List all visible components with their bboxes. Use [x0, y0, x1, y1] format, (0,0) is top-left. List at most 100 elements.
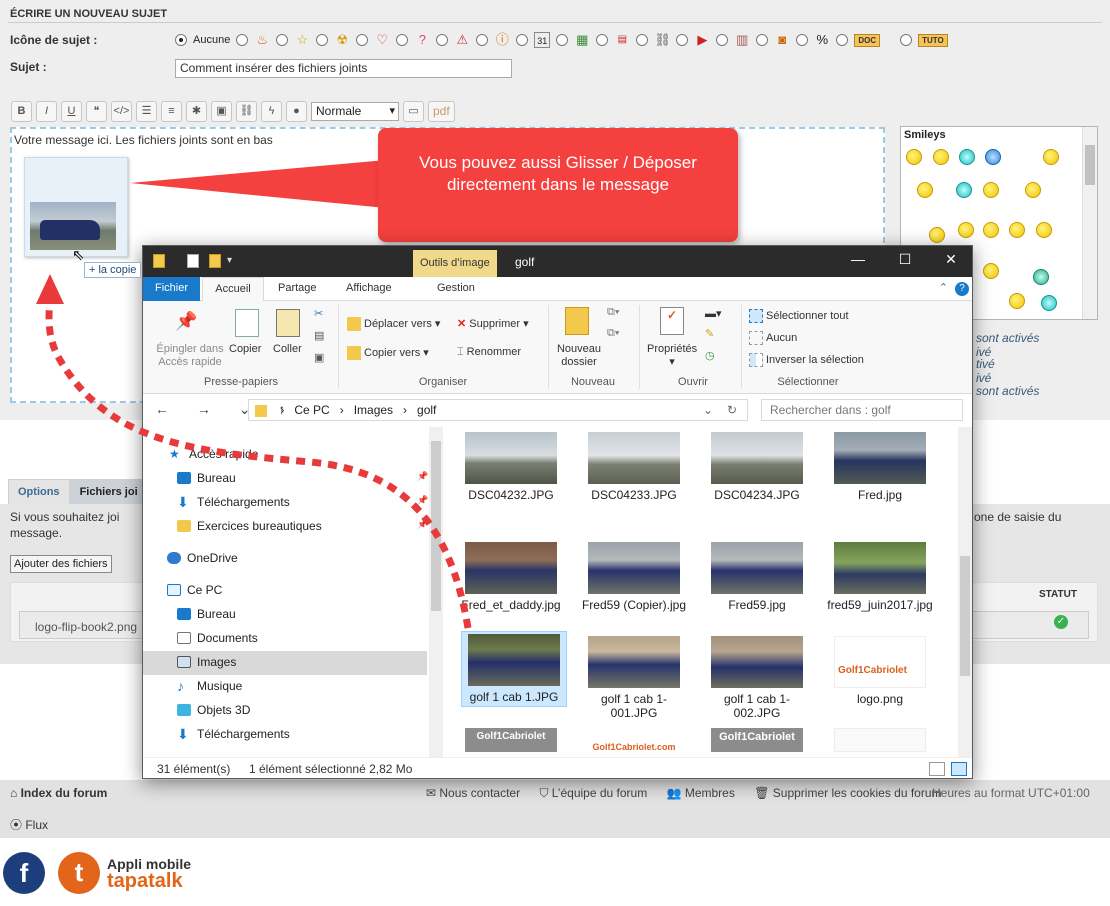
preview-monitor-icon[interactable]: ▭	[403, 101, 424, 122]
file-tile[interactable]: Fred_et_daddy.jpg	[458, 540, 564, 612]
tapatalk-label[interactable]: tapatalk	[107, 870, 183, 893]
tab-attachments[interactable]: Fichiers joi	[69, 479, 148, 504]
smiley-icon[interactable]	[985, 149, 1001, 165]
smiley-icon[interactable]	[1041, 295, 1057, 311]
add-files-button[interactable]: Ajouter des fichiers	[10, 555, 112, 573]
icon-radio-doc[interactable]	[836, 34, 849, 46]
smiley-icon[interactable]	[929, 227, 945, 243]
close-icon[interactable]: ✕	[936, 251, 966, 268]
underline-button[interactable]: U	[61, 101, 82, 122]
file-tile[interactable]	[827, 728, 933, 752]
list-icon[interactable]: ☰	[136, 101, 157, 122]
icon-radio-radioactive[interactable]	[316, 34, 329, 46]
icon-radio-tuto[interactable]	[900, 34, 913, 46]
smiley-icon[interactable]	[1025, 182, 1041, 198]
file-tile[interactable]: golf 1 cab 1-001.JPG	[581, 634, 687, 720]
smiley-icon[interactable]	[906, 149, 922, 165]
icon-radio-star[interactable]	[276, 34, 289, 46]
title-bar[interactable]: ▾ Outils d’image golf — ☐ ✕	[143, 246, 972, 277]
file-tile[interactable]: Fred.jpg	[827, 430, 933, 502]
file-tile[interactable]: Fred59 (Copier).jpg	[581, 540, 687, 612]
history-icon[interactable]: ◷	[705, 349, 715, 362]
easy-access-icon[interactable]: ⧉▾	[607, 327, 619, 340]
color-drop-icon[interactable]: ●	[286, 101, 307, 122]
nav-desktop[interactable]: Bureau	[177, 467, 236, 489]
list-item-icon[interactable]: ✱	[186, 101, 207, 122]
nav-3d-objects[interactable]: Objets 3D	[177, 699, 250, 721]
smiley-icon[interactable]	[917, 182, 933, 198]
copy-to-button[interactable]: Copier vers ▾	[347, 346, 429, 361]
copy-button[interactable]: Copier	[229, 343, 261, 355]
icon-radio-calendar[interactable]	[516, 34, 529, 46]
font-size-select[interactable]: Normale	[311, 102, 399, 121]
icon-radio-pdf[interactable]	[596, 34, 609, 46]
rename-button[interactable]: ⌶ Renommer	[457, 346, 521, 359]
tab-home[interactable]: Accueil	[202, 277, 264, 302]
smiley-icon[interactable]	[933, 149, 949, 165]
delete-button[interactable]: ✕ Supprimer ▾	[457, 317, 529, 330]
file-tile[interactable]: fred59_juin2017.jpg	[827, 540, 933, 612]
nav-documents[interactable]: Documents	[177, 627, 258, 649]
file-explorer-window[interactable]: ▾ Outils d’image golf — ☐ ✕ Fichier Accu…	[142, 245, 973, 779]
members-link[interactable]: 👥 Membres	[667, 786, 743, 800]
numbered-list-icon[interactable]: ≡	[161, 101, 182, 122]
file-tile-selected[interactable]: golf 1 cab 1.JPG	[461, 631, 567, 707]
smiley-icon[interactable]	[958, 222, 974, 238]
chevron-up-icon[interactable]: ⌃	[939, 281, 948, 294]
facebook-icon[interactable]: f	[3, 852, 45, 894]
italic-button[interactable]: I	[36, 101, 57, 122]
large-icons-view-icon[interactable]	[951, 762, 967, 776]
move-to-button[interactable]: Déplacer vers ▾	[347, 317, 440, 332]
smiley-icon[interactable]	[983, 222, 999, 238]
code-icon[interactable]: </>	[111, 101, 132, 122]
file-tile[interactable]: Golf1Cabriolet	[704, 728, 810, 752]
nav-desktop-pc[interactable]: Bureau	[177, 603, 236, 625]
quote-icon[interactable]: ❝	[86, 101, 107, 122]
tab-manage[interactable]: Gestion	[437, 277, 475, 301]
contact-link[interactable]: ✉ Nous contacter	[426, 786, 528, 800]
team-link[interactable]: ⛉ L’équipe du forum	[539, 786, 655, 800]
file-tile[interactable]: Fred59.jpg	[704, 540, 810, 612]
nav-scroll-thumb[interactable]	[431, 441, 441, 611]
smiley-icon[interactable]	[959, 149, 975, 165]
file-grid-scroll-thumb[interactable]	[960, 556, 970, 676]
nav-quick-access[interactable]: ★ Accès rapide	[169, 443, 258, 465]
nav-downloads-pc[interactable]: ⬇ Téléchargements	[177, 723, 290, 745]
nav-exercises[interactable]: Exercices bureautiques	[177, 515, 322, 537]
icon-radio-link[interactable]	[636, 34, 649, 46]
icon-radio-map[interactable]	[556, 34, 569, 46]
icon-radio-none[interactable]	[175, 34, 187, 46]
properties-button[interactable]: Propriétés ▾	[647, 343, 697, 368]
tab-view[interactable]: Affichage	[346, 277, 392, 301]
select-all-button[interactable]: Sélectionner tout	[749, 309, 849, 323]
link-icon[interactable]: ⛓	[236, 101, 257, 122]
icon-radio-camera[interactable]	[756, 34, 769, 46]
icon-radio-video[interactable]	[676, 34, 689, 46]
smiley-icon[interactable]	[956, 182, 972, 198]
attached-file-name[interactable]: logo-flip-book2.png	[35, 620, 137, 634]
icon-radio-info[interactable]	[476, 34, 489, 46]
copy-path-icon[interactable]: ▤	[314, 329, 324, 342]
paste-shortcut-icon[interactable]: ▣	[314, 351, 324, 364]
icon-radio-percent[interactable]	[796, 34, 809, 46]
properties-icon[interactable]	[187, 254, 199, 268]
file-tile[interactable]: golf 1 cab 1-002.JPG	[704, 634, 810, 720]
help-icon[interactable]: ?	[955, 282, 969, 296]
icon-radio-chart[interactable]	[716, 34, 729, 46]
search-input[interactable]: Rechercher dans : golf	[761, 399, 963, 421]
file-tile[interactable]: Golf1Cabriolet.com	[581, 728, 687, 752]
chevron-down-icon[interactable]: ▾	[227, 255, 232, 266]
flash-icon[interactable]: ϟ	[261, 101, 282, 122]
nav-music[interactable]: ♪ Musique	[177, 675, 242, 697]
nav-images[interactable]: Images	[177, 651, 236, 673]
minimize-icon[interactable]: —	[843, 251, 873, 267]
invert-selection-button[interactable]: Inverser la sélection	[749, 353, 864, 367]
file-tile[interactable]: Golf1Cabriolet	[458, 728, 564, 752]
smiley-icon[interactable]	[1036, 222, 1052, 238]
smileys-scroll-thumb[interactable]	[1085, 145, 1095, 185]
maximize-icon[interactable]: ☐	[890, 251, 920, 268]
file-tile[interactable]: DSC04233.JPG	[581, 430, 687, 502]
smiley-icon[interactable]	[1033, 269, 1049, 285]
icon-radio-heart[interactable]	[356, 34, 369, 46]
smiley-icon[interactable]	[1043, 149, 1059, 165]
